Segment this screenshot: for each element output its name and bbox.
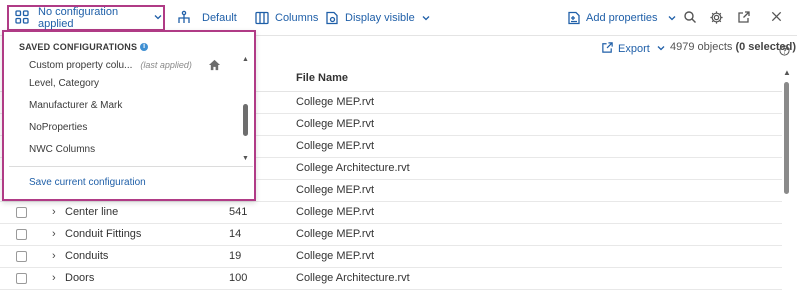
file-name-cell: College MEP.rvt — [296, 228, 375, 240]
saved-configurations-heading-text: SAVED CONFIGURATIONS — [19, 42, 138, 52]
close-icon[interactable] — [770, 10, 786, 26]
export-button[interactable]: Export — [601, 41, 666, 57]
count-cell: 541 — [229, 206, 248, 218]
saved-configurations-list: Custom property colu... (last applied) Le… — [9, 54, 252, 164]
file-name-cell: College MEP.rvt — [296, 250, 375, 262]
chevron-down-icon — [421, 13, 431, 23]
chevron-down-icon — [656, 43, 666, 56]
category-name-cell: Conduit Fittings — [65, 228, 142, 240]
file-name-cell: College MEP.rvt — [296, 140, 375, 152]
count-cell: 14 — [229, 228, 242, 240]
chevron-down-icon — [667, 13, 677, 23]
search-icon[interactable] — [683, 10, 699, 26]
add-properties-icon — [567, 11, 581, 25]
configuration-item[interactable]: NWC Columns — [29, 144, 95, 155]
columns-button[interactable]: Columns — [255, 0, 318, 36]
configuration-dropdown-button[interactable]: No configuration applied — [7, 5, 165, 31]
count-cell: 19 — [229, 250, 242, 262]
scroll-up-icon[interactable]: ▲ — [242, 56, 249, 63]
columns-icon — [255, 11, 269, 25]
grid-icon — [15, 9, 29, 27]
category-name-cell: Center line — [65, 206, 119, 218]
configuration-item-label: NoProperties — [29, 122, 88, 133]
configuration-item-label: Manufacturer & Mark — [29, 100, 123, 111]
add-properties-label: Add properties — [586, 12, 658, 24]
file-name-cell: College MEP.rvt — [296, 206, 375, 218]
configuration-item[interactable]: Manufacturer & Mark — [29, 100, 122, 111]
export-icon — [601, 41, 614, 57]
info-icon[interactable]: i — [140, 43, 149, 51]
object-count: 4979 objects (0 selected) — [670, 41, 796, 53]
table-row[interactable]: › Conduit Fittings 14 College MEP.rvt — [0, 224, 782, 246]
column-header-file-name[interactable]: File Name — [296, 72, 348, 84]
home-icon[interactable] — [208, 58, 221, 76]
dropdown-scrollbar[interactable]: ▲ ▼ — [242, 56, 250, 164]
columns-label: Columns — [275, 12, 319, 24]
table-row[interactable]: › Doors 100 College Architecture.rvt — [0, 268, 782, 290]
row-checkbox[interactable] — [16, 251, 27, 262]
configuration-item[interactable]: NoProperties — [29, 122, 87, 133]
add-properties-button[interactable]: Add properties — [567, 0, 677, 36]
configuration-item[interactable]: Custom property colu... (last applied) — [29, 60, 192, 71]
file-name-cell: College MEP.rvt — [296, 184, 375, 196]
dropdown-scrollbar-thumb[interactable] — [243, 104, 248, 136]
chevron-down-icon — [153, 12, 163, 25]
saved-configurations-heading: SAVED CONFIGURATIONS i — [19, 42, 149, 52]
count-cell: 100 — [229, 272, 248, 284]
display-label: Display visible — [345, 12, 415, 24]
configuration-label: No configuration applied — [38, 6, 119, 30]
export-label: Export — [618, 43, 650, 55]
chevron-right-icon[interactable]: › — [52, 272, 56, 284]
configuration-item[interactable]: Level, Category — [29, 78, 99, 89]
chevron-right-icon[interactable]: › — [52, 250, 56, 262]
chevron-right-icon[interactable]: › — [52, 206, 56, 218]
row-checkbox[interactable] — [16, 273, 27, 284]
scroll-down-icon[interactable]: ▼ — [242, 155, 249, 162]
display-icon — [325, 11, 339, 25]
configuration-item-label: NWC Columns — [29, 144, 96, 155]
help-icon[interactable] — [779, 43, 790, 61]
table-row[interactable]: › Conduits 19 College MEP.rvt — [0, 246, 782, 268]
configuration-item-label: Custom property colu... — [29, 60, 133, 71]
hierarchy-icon — [176, 10, 192, 26]
divider — [9, 166, 253, 167]
saved-configurations-dropdown: SAVED CONFIGURATIONS i Custom property c… — [2, 30, 256, 201]
category-name-cell: Doors — [65, 272, 95, 284]
row-checkbox[interactable] — [16, 207, 27, 218]
external-link-icon[interactable] — [737, 10, 753, 26]
row-checkbox[interactable] — [16, 229, 27, 240]
configuration-item-label: Level, Category — [29, 78, 100, 89]
configuration-item-note: (last applied) — [140, 60, 192, 70]
gear-icon[interactable] — [709, 10, 725, 26]
file-name-cell: College MEP.rvt — [296, 118, 375, 130]
file-name-cell: College Architecture.rvt — [296, 272, 410, 284]
chevron-right-icon[interactable]: › — [52, 228, 56, 240]
table-scrollbar[interactable]: ▲ — [782, 62, 797, 292]
default-label: Default — [202, 12, 237, 24]
table-row[interactable]: › Center line 541 College MEP.rvt — [0, 202, 782, 224]
category-name-cell: Conduits — [65, 250, 109, 262]
save-current-configuration-button[interactable]: Save current configuration — [29, 177, 146, 188]
file-name-cell: College Architecture.rvt — [296, 162, 410, 174]
object-count-total: 4979 objects — [670, 41, 733, 53]
table-scrollbar-thumb[interactable] — [784, 82, 789, 194]
scroll-up-icon[interactable]: ▲ — [783, 68, 791, 77]
display-visible-button[interactable]: Display visible — [325, 0, 431, 36]
file-name-cell: College MEP.rvt — [296, 96, 375, 108]
